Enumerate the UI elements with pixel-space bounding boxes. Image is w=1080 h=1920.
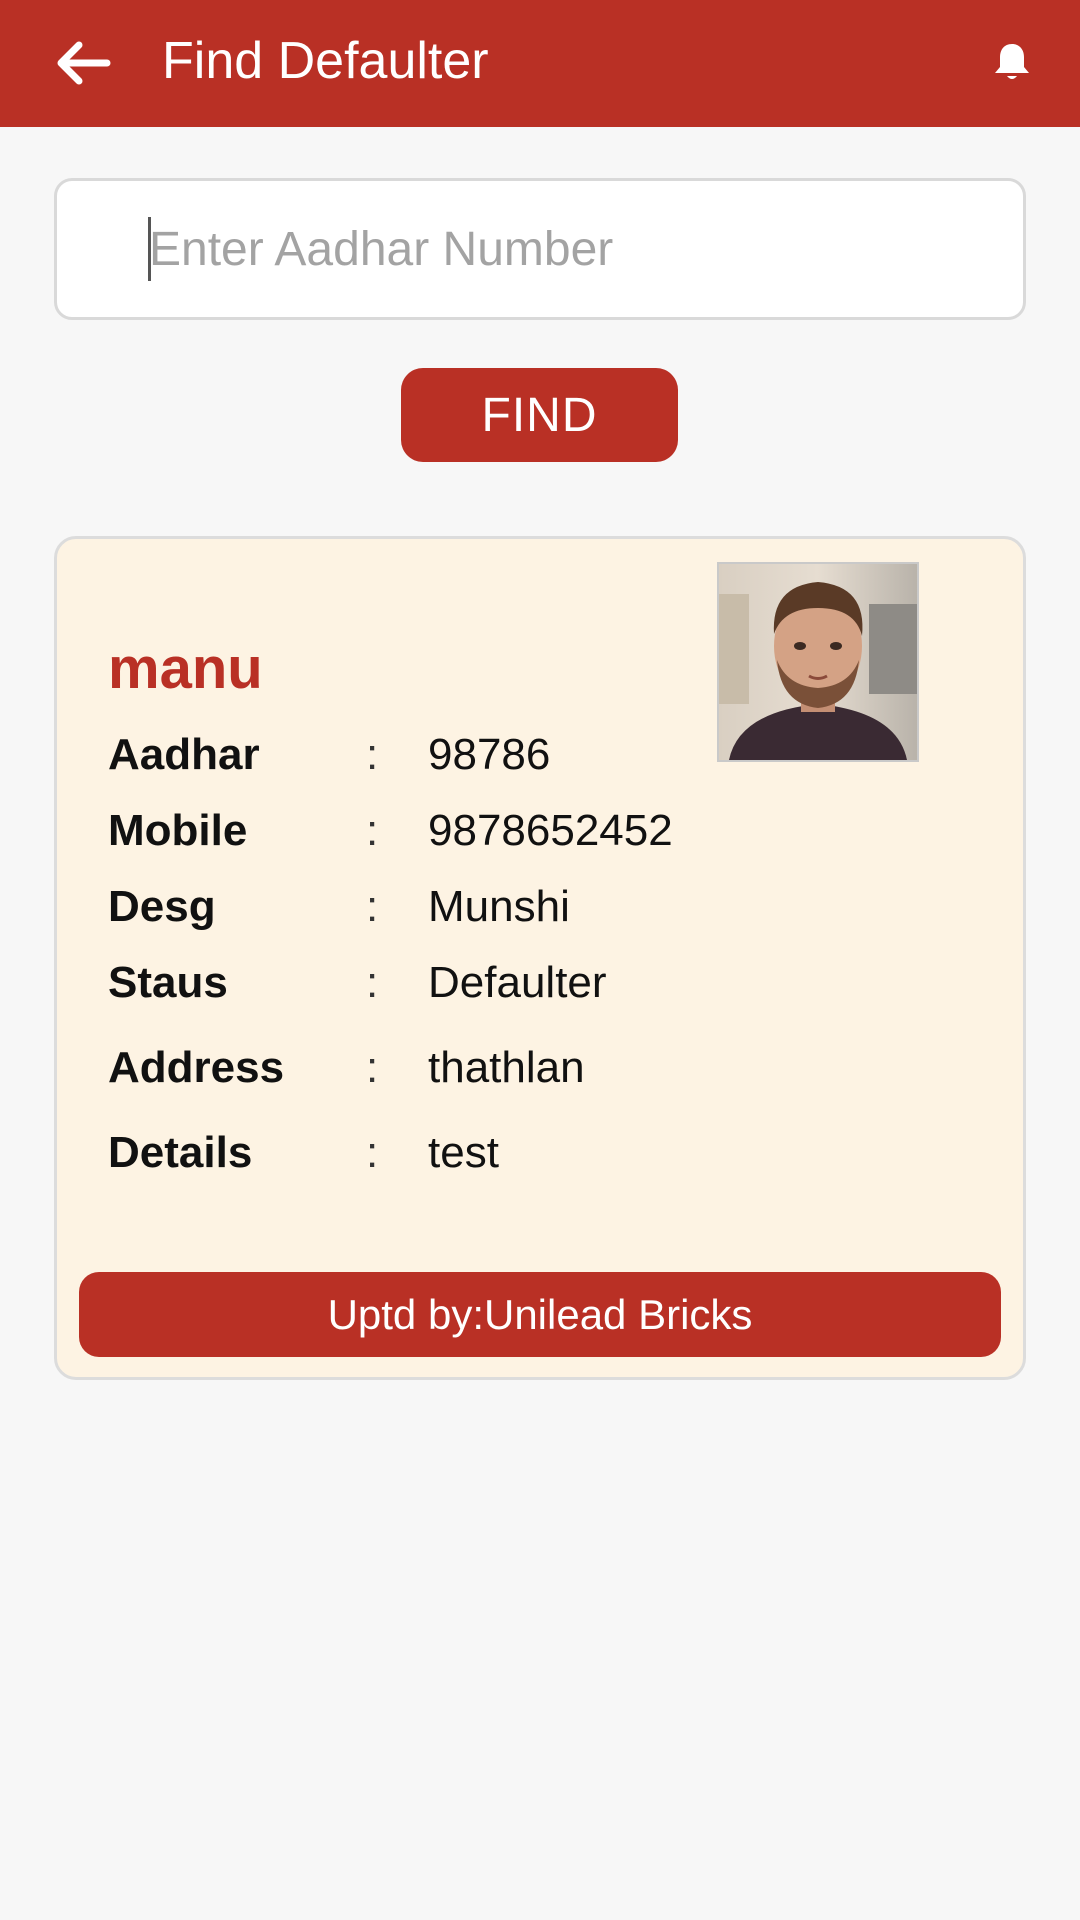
field-row-aadhar — [108, 662, 988, 722]
field-value: test — [428, 1128, 499, 1177]
field-label: Address — [108, 1043, 285, 1092]
field-label: Staus — [108, 958, 228, 1007]
arrow-left-icon — [57, 41, 111, 85]
field-label: Desg — [108, 882, 216, 931]
field-row-status: Staus : Defaulter — [108, 953, 988, 1013]
field-value: Defaulter — [428, 958, 607, 1007]
field-row-aadhar: Aadhar : 98786 — [108, 725, 988, 785]
field-value: thathlan — [428, 1043, 585, 1092]
field-separator: : — [366, 1043, 379, 1092]
field-value: Munshi — [428, 882, 570, 931]
field-row-mobile: Mobile : 9878652452 — [108, 801, 988, 861]
bell-icon — [995, 44, 1029, 79]
field-separator: : — [366, 958, 379, 1007]
defaulter-result-card: manu Aadhar : 98786 Mobile: 9878652452 … — [54, 536, 1026, 1380]
find-button[interactable]: FIND — [401, 368, 678, 462]
field-value: 9878652452 — [428, 806, 673, 855]
aadhar-input[interactable] — [93, 181, 993, 317]
field-value: 98786 — [428, 730, 551, 779]
field-label: Aadhar — [108, 730, 260, 779]
field-separator: : — [366, 730, 379, 779]
aadhar-search-field[interactable] — [54, 178, 1026, 320]
notifications-button[interactable] — [982, 32, 1042, 92]
app-bar: Find Defaulter — [0, 0, 1080, 127]
field-label: Details — [108, 1128, 253, 1177]
back-button[interactable] — [48, 28, 118, 98]
field-separator: : — [366, 882, 379, 931]
field-row-details: Details : test — [108, 1123, 988, 1183]
field-label: Mobile — [108, 806, 248, 855]
field-separator: : — [366, 806, 379, 855]
page-title: Find Defaulter — [162, 32, 489, 90]
field-row-address: Address : thathlan — [108, 1038, 988, 1098]
field-separator: : — [366, 1128, 379, 1177]
field-row-desg: Desg : Munshi — [108, 877, 988, 937]
updated-by-banner: Uptd by:Unilead Bricks — [79, 1272, 1001, 1357]
